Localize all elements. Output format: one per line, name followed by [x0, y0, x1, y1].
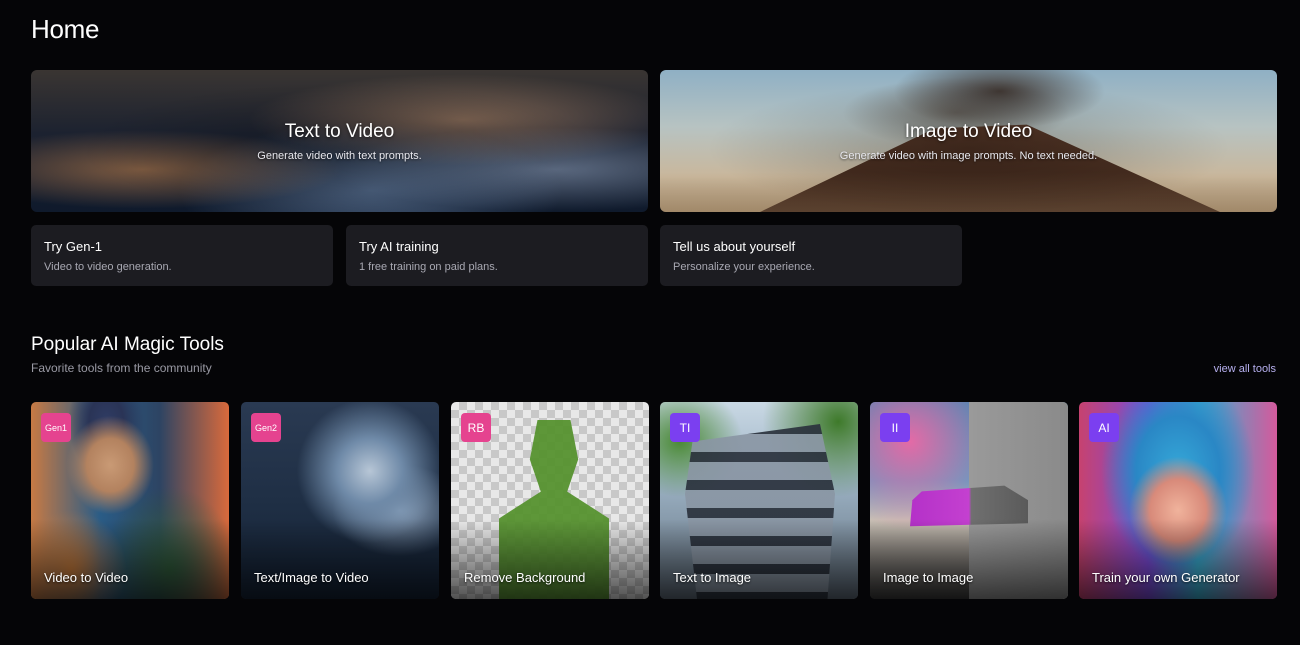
hero-title: Image to Video: [904, 121, 1033, 142]
tool-label: Video to Video: [44, 570, 129, 585]
tool-card-text-image-to-video[interactable]: Gen2 Text/Image to Video: [241, 402, 439, 599]
action-subtitle: 1 free training on paid plans.: [359, 261, 498, 273]
home-page: Home Text to Video Generate video with t…: [0, 0, 1300, 645]
action-subtitle: Personalize your experience.: [673, 261, 815, 273]
action-title: Try Gen-1: [44, 239, 103, 254]
tool-card-text-to-image[interactable]: TI Text to Image: [660, 402, 858, 599]
view-all-tools-link[interactable]: view all tools: [1214, 363, 1276, 375]
action-card-try-ai-training[interactable]: Try AI training 1 free training on paid …: [346, 225, 648, 286]
section-title: Popular AI Magic Tools: [31, 334, 224, 355]
tool-label: Text to Image: [673, 570, 752, 585]
tool-badge: RB: [461, 413, 491, 442]
action-card-tell-us-about-yourself[interactable]: Tell us about yourself Personalize your …: [660, 225, 962, 286]
tool-label: Text/Image to Video: [254, 570, 369, 585]
action-title: Try AI training: [359, 239, 439, 254]
tool-badge: II: [880, 413, 910, 442]
action-card-try-gen1[interactable]: Try Gen-1 Video to video generation.: [31, 225, 333, 286]
hero-subtitle: Generate video with text prompts.: [257, 150, 422, 162]
tool-label: Image to Image: [883, 570, 974, 585]
hero-card-image-to-video[interactable]: Image to Video Generate video with image…: [660, 70, 1277, 212]
tool-label: Remove Background: [464, 570, 586, 585]
tool-card-train-your-own-generator[interactable]: AI Train your own Generator: [1079, 402, 1277, 599]
tool-badge: TI: [670, 413, 700, 442]
tool-card-image-to-image[interactable]: II Image to Image: [870, 402, 1068, 599]
tool-card-remove-background[interactable]: RB Remove Background: [451, 402, 649, 599]
page-title: Home: [31, 14, 100, 44]
tool-badge: AI: [1089, 413, 1119, 442]
tool-badge: Gen1: [41, 413, 71, 442]
hero-subtitle: Generate video with image prompts. No te…: [839, 150, 1098, 162]
section-subtitle: Favorite tools from the community: [31, 361, 212, 375]
hero-title: Text to Video: [284, 121, 395, 142]
action-title: Tell us about yourself: [673, 239, 796, 254]
tool-card-video-to-video[interactable]: Gen1 Video to Video: [31, 402, 229, 599]
tool-label: Train your own Generator: [1092, 570, 1240, 585]
hero-card-text-to-video[interactable]: Text to Video Generate video with text p…: [31, 70, 648, 212]
tool-badge: Gen2: [251, 413, 281, 442]
action-subtitle: Video to video generation.: [44, 261, 172, 273]
